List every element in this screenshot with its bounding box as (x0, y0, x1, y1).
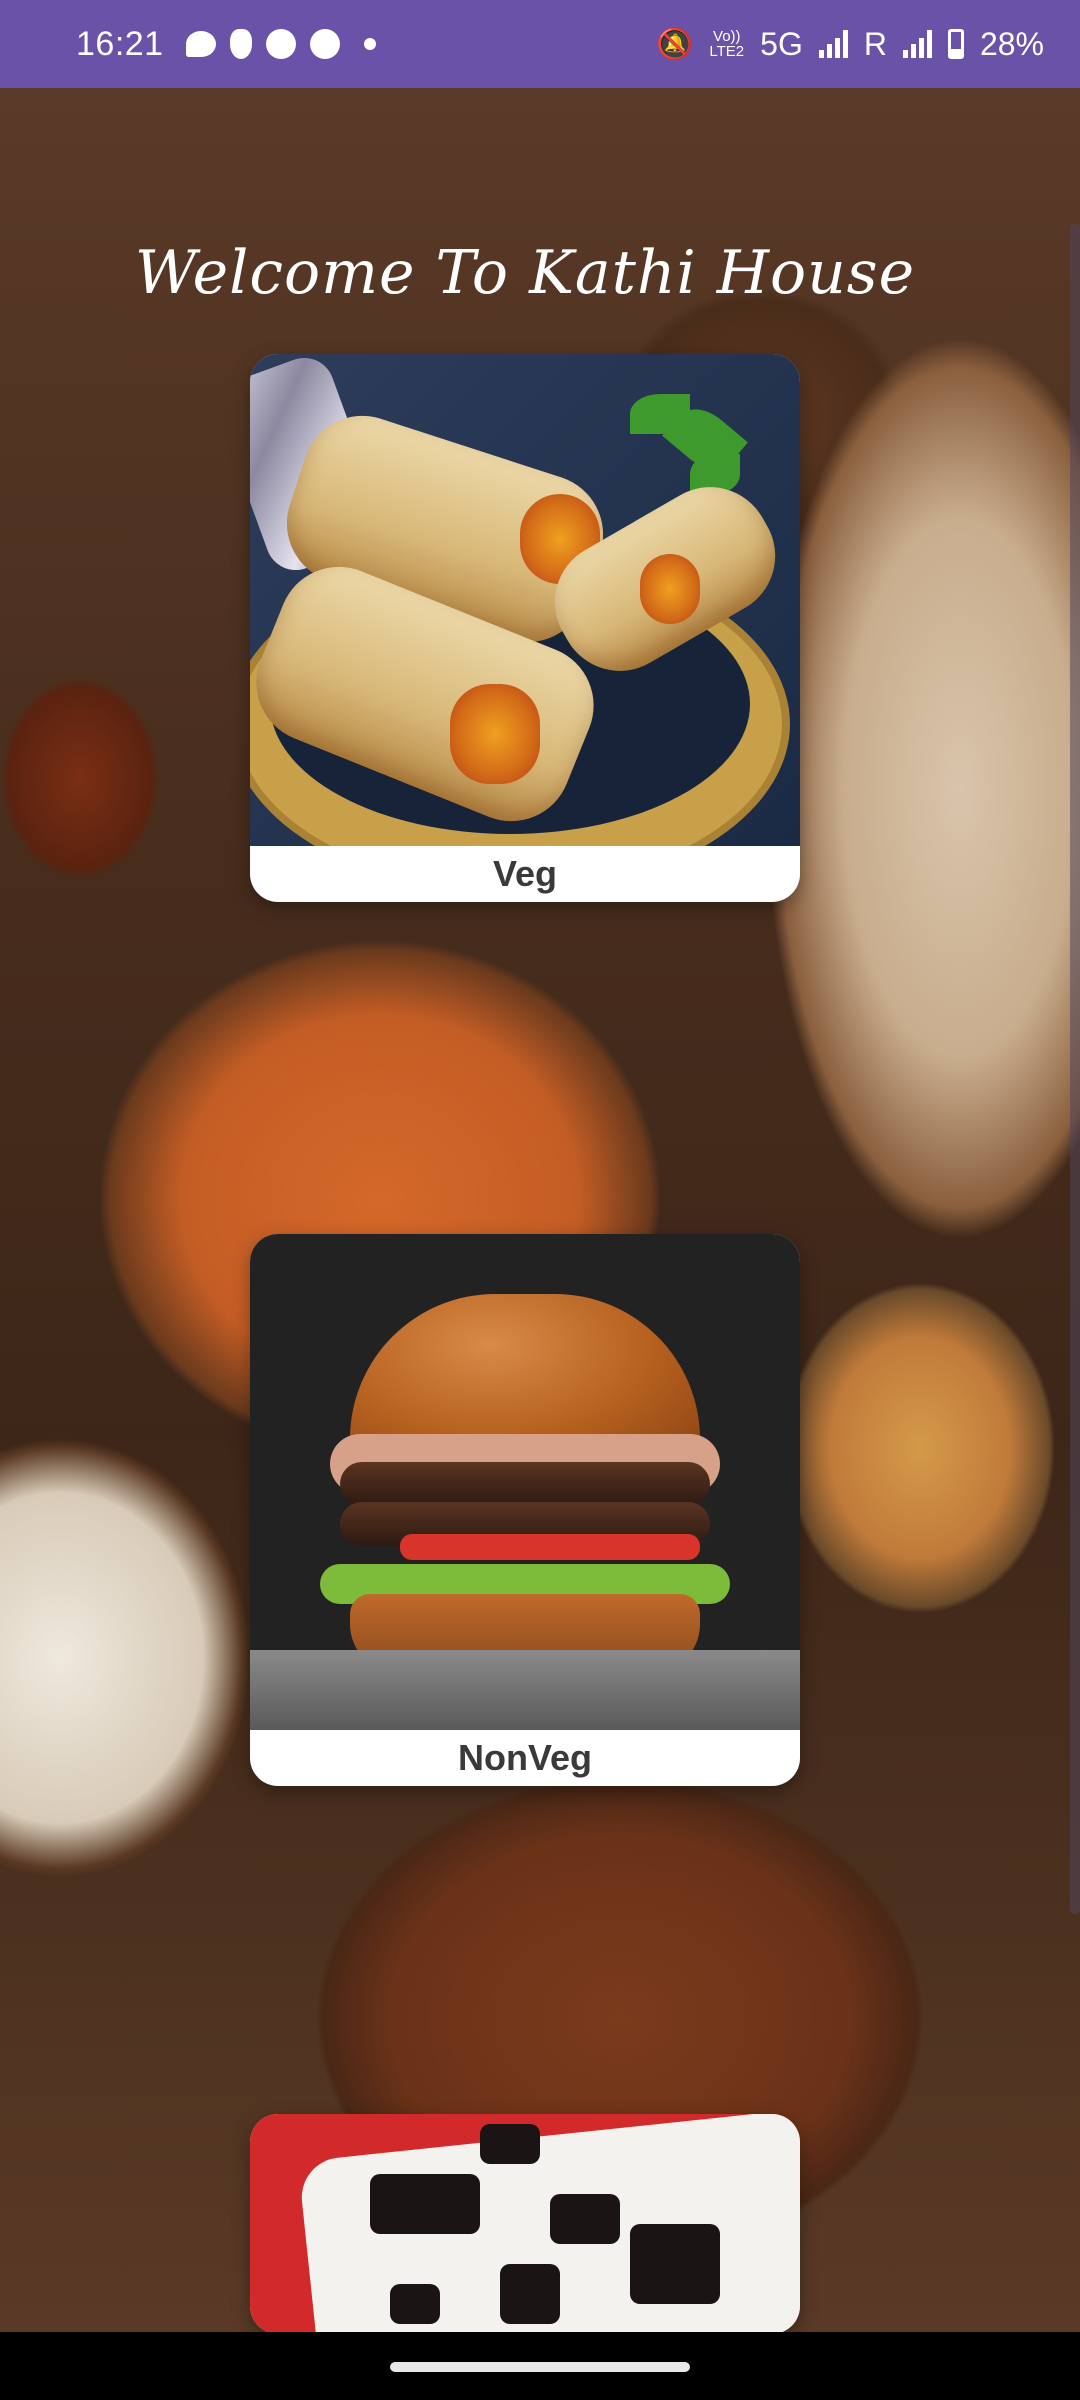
home-gesture-handle[interactable] (390, 2362, 690, 2372)
category-card-dessert[interactable] (250, 2114, 800, 2332)
signal-icon (818, 30, 848, 58)
background-food-image: Welcome To Kathi House Veg NonVeg (0, 88, 1080, 2332)
navigation-bar (0, 2332, 1080, 2400)
system-icons: 🔕 Vo)) LTE2 5G R 28% (656, 26, 1044, 63)
signal-icon (902, 30, 932, 58)
scrollbar[interactable] (1070, 224, 1080, 1914)
status-time: 16:21 (76, 24, 164, 63)
veg-kathi-roll-image (250, 354, 800, 846)
status-bar: 16:21 🔕 Vo)) LTE2 5G R 28% (0, 0, 1080, 88)
nonveg-burger-image (250, 1234, 800, 1730)
volte-label: Vo)) LTE2 (709, 28, 745, 60)
app-icon (229, 29, 252, 59)
gauge-icon (265, 29, 296, 59)
category-label-nonveg: NonVeg (457, 1737, 592, 1778)
category-label-veg: Veg (492, 853, 558, 894)
gauge-icon (309, 29, 340, 59)
battery-level: 28% (979, 25, 1044, 62)
roaming-label: R (863, 25, 887, 62)
welcome-title: Welcome To Kathi House (134, 238, 916, 308)
network-type: 5G (760, 25, 803, 62)
category-card-veg[interactable]: Veg (250, 354, 800, 902)
category-card-nonveg[interactable]: NonVeg (250, 1234, 800, 1786)
battery-icon (947, 29, 964, 59)
dessert-image (250, 2114, 800, 2332)
chat-icon (185, 31, 216, 57)
dot-icon (363, 38, 376, 50)
mute-icon: 🔕 (656, 27, 694, 61)
notification-icons (185, 29, 376, 59)
